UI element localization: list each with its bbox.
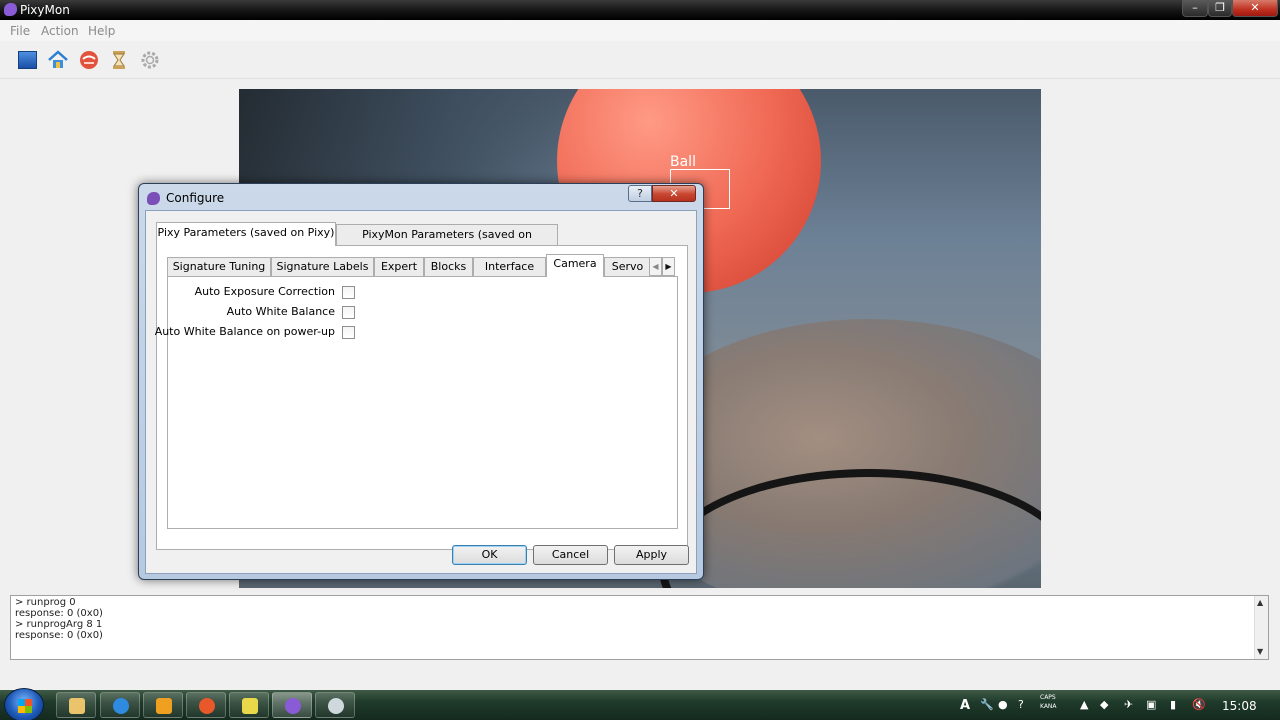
raw-video-icon[interactable] [78,49,100,71]
auto-white-balance-checkbox[interactable] [342,306,355,319]
maximize-button[interactable]: ❐ [1208,0,1232,17]
scroll-down-arrow-icon[interactable]: ▼ [1257,647,1263,656]
tab-servo[interactable]: Servo [604,257,650,277]
pixy-parameters-panel: Signature Tuning Signature Labels Expert… [155,245,688,550]
console-line: > runprogArg 8 1 [15,619,103,630]
internet-explorer-icon[interactable] [100,692,140,718]
window-title: PixyMon [20,3,70,17]
paint-icon[interactable] [315,692,355,718]
window-title-bar: PixyMon – ❐ ✕ [0,0,1280,20]
tab-camera[interactable]: Camera [546,254,604,277]
auto-exposure-checkbox[interactable] [342,286,355,299]
caps-label: CAPS [1040,694,1056,701]
tab-pixy-parameters[interactable]: Pixy Parameters (saved on Pixy) [156,222,336,246]
auto-white-balance-powerup-checkbox[interactable] [342,326,355,339]
start-button[interactable] [4,688,44,720]
console-output[interactable]: > runprog 0 response: 0 (0x0) > runprogA… [10,595,1269,660]
configure-dialog: Configure ? ✕ Pixy Parameters (saved on … [138,183,704,580]
dialog-body: Pixy Parameters (saved on Pixy) PixyMon … [145,210,697,574]
close-window-button[interactable]: ✕ [1232,0,1278,17]
configure-gear-icon[interactable] [139,49,161,71]
taskbar-clock[interactable]: 15:08 [1222,699,1257,713]
default-program-icon[interactable] [108,49,130,71]
menu-action[interactable]: Action [41,24,79,38]
menu-file[interactable]: File [10,24,30,38]
camera-settings-panel: Auto Exposure Correction Auto White Bala… [155,276,678,529]
dialog-title: Configure [166,191,225,205]
detection-label: Ball [670,154,696,170]
firefox-icon[interactable] [186,692,226,718]
pin-tray-icon[interactable]: ✈ [1124,698,1133,711]
tab-scroll-right-icon[interactable]: ▶ [662,257,675,276]
tab-signature-tuning[interactable]: Signature Tuning [167,257,271,277]
network-signal-icon[interactable]: ▮ [1170,698,1176,711]
media-player-icon[interactable] [143,692,183,718]
run-icon[interactable] [17,49,39,71]
pixymon-dialog-icon [147,192,160,205]
show-hidden-icons-icon[interactable]: ▲ [1080,698,1088,711]
console-scrollbar[interactable]: ▲ ▼ [1254,596,1268,659]
pixymon-app-icon [4,3,17,16]
windows-logo-icon [18,699,32,713]
globe-tray-icon[interactable]: ● [998,698,1008,711]
help-button[interactable]: ? [628,185,652,202]
ime-indicator[interactable]: A [960,698,970,713]
minimize-button[interactable]: – [1182,0,1208,17]
auto-exposure-label: Auto Exposure Correction [194,285,335,298]
security-tray-icon[interactable]: ▣ [1146,698,1156,711]
tab-pixymon-parameters[interactable]: PixyMon Parameters (saved on computer) [336,224,558,260]
toolbar [0,41,1280,79]
home-icon[interactable] [47,49,69,71]
console-line: response: 0 (0x0) [15,608,103,619]
tab-signature-labels[interactable]: Signature Labels [271,257,374,277]
help-tray-icon[interactable]: ? [1018,698,1024,711]
volume-muted-icon[interactable]: 🔇 [1192,698,1206,711]
tools-tray-icon[interactable]: 🔧 [980,698,994,711]
menu-help[interactable]: Help [88,24,115,38]
kana-label: KANA [1040,703,1057,710]
ok-button[interactable]: OK [452,545,527,565]
auto-white-balance-powerup-label: Auto White Balance on power-up [154,325,335,338]
pixymon-taskbar-icon[interactable] [272,692,312,718]
apply-button[interactable]: Apply [614,545,689,565]
file-explorer-icon[interactable] [56,692,96,718]
taskbar: A 🔧 ● ? CAPS KANA ▲ ◆ ✈ ▣ ▮ 🔇 15:08 [0,688,1280,720]
tab-blocks[interactable]: Blocks [424,257,473,277]
auto-white-balance-label: Auto White Balance [226,305,335,318]
scroll-up-arrow-icon[interactable]: ▲ [1257,598,1263,607]
caps-kana-indicator: CAPS KANA [1040,693,1057,711]
notepad-icon[interactable] [229,692,269,718]
tab-interface[interactable]: Interface [473,257,546,277]
console-line: response: 0 (0x0) [15,630,103,641]
tab-expert[interactable]: Expert [374,257,424,277]
tab-scroll-left-icon[interactable]: ◀ [649,257,662,276]
cancel-button[interactable]: Cancel [533,545,608,565]
dropbox-tray-icon[interactable]: ◆ [1100,698,1108,711]
console-line: > runprog 0 [15,597,76,608]
menu-bar: File Action Help [0,20,1280,41]
dialog-close-button[interactable]: ✕ [652,185,696,202]
